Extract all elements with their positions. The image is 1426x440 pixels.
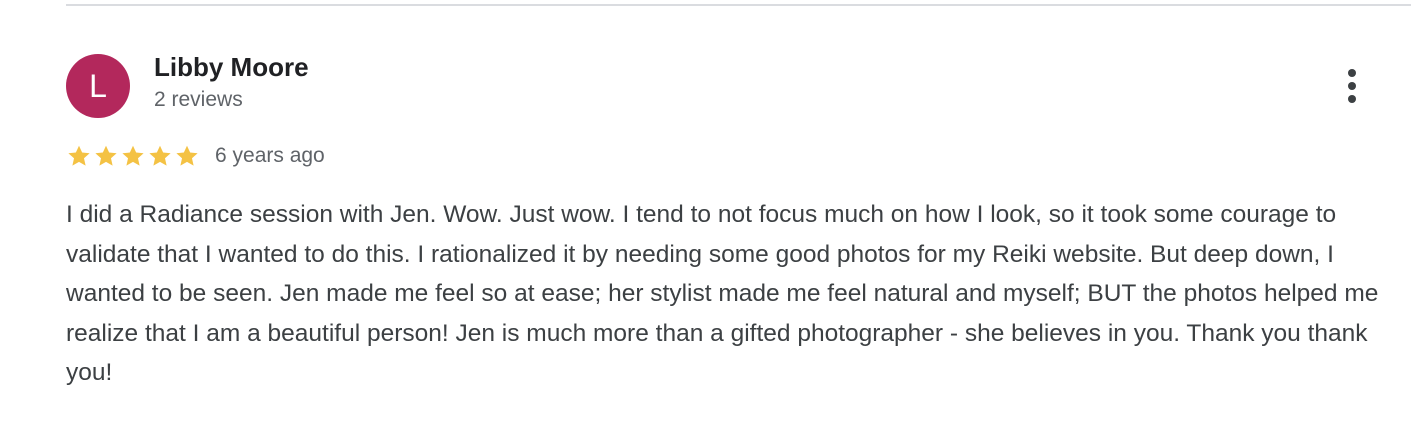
star-rating <box>66 143 201 169</box>
more-vert-icon-dot <box>1348 82 1356 90</box>
avatar[interactable]: L <box>66 54 130 118</box>
review-text: I did a Radiance session with Jen. Wow. … <box>66 201 1379 386</box>
top-divider <box>66 4 1411 6</box>
star-icon <box>149 145 171 166</box>
rating-row: 6 years ago <box>66 141 325 171</box>
more-vert-icon-dot <box>1348 95 1356 103</box>
star-icon <box>176 145 198 166</box>
more-vert-icon <box>1348 69 1356 77</box>
review-timestamp: 6 years ago <box>215 144 325 167</box>
star-icon <box>95 145 117 166</box>
reviewer-review-count[interactable]: 2 reviews <box>154 88 243 112</box>
more-options-button[interactable] <box>1334 64 1370 108</box>
star-icon <box>122 145 144 166</box>
star-icon <box>68 145 90 166</box>
reviewer-name[interactable]: Libby Moore <box>154 52 309 83</box>
